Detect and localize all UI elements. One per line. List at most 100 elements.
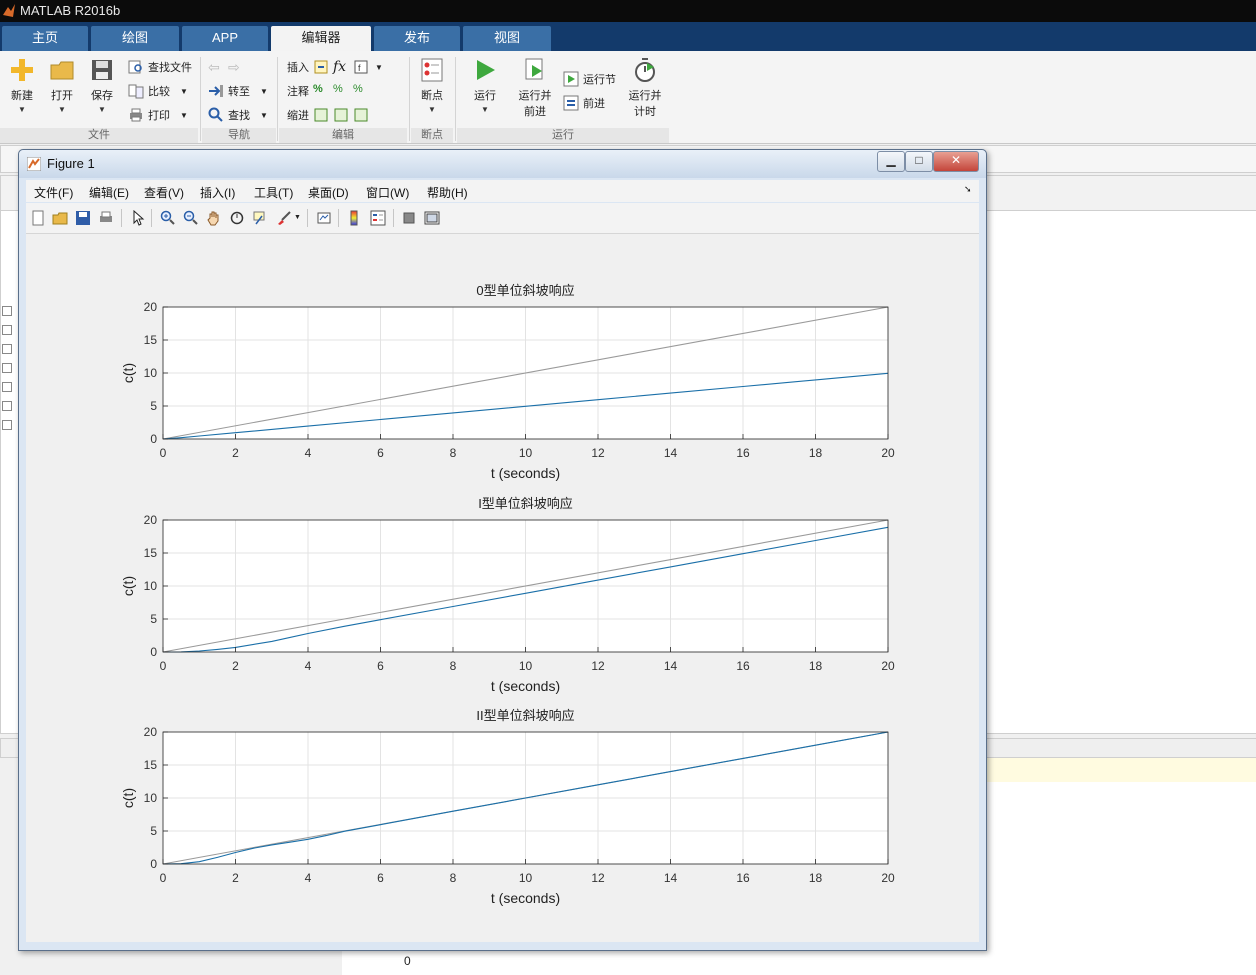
compare-button[interactable]: 比较 ▼ xyxy=(128,81,188,101)
comment-icon[interactable]: % xyxy=(313,83,329,99)
menu-file[interactable]: 文件(F) xyxy=(34,184,73,201)
open-button[interactable]: 打开 ▼ xyxy=(40,57,84,114)
x-tick-label: 14 xyxy=(664,659,678,673)
pointer-icon[interactable] xyxy=(130,210,146,226)
run-and-advance-button[interactable]: 运行并 前进 xyxy=(513,57,557,119)
show-plot-tools-icon[interactable] xyxy=(424,210,440,226)
find-button[interactable]: 查找 ▼ xyxy=(208,105,268,125)
dock-arrow-icon[interactable]: ➘ xyxy=(964,184,972,195)
tab-plots[interactable]: 绘图 xyxy=(91,26,179,51)
breakpoints-button[interactable]: 断点 ▼ xyxy=(410,57,454,114)
print-button[interactable]: 打印 ▼ xyxy=(128,105,188,125)
print-icon[interactable] xyxy=(98,210,114,226)
y-tick-label: 10 xyxy=(144,366,158,380)
brush-dropdown-icon[interactable]: ▼ xyxy=(294,214,301,221)
y-tick-label: 0 xyxy=(150,432,157,446)
hide-plot-tools-icon[interactable] xyxy=(401,210,417,226)
advance-label: 前进 xyxy=(583,98,605,110)
breakpoints-label: 断点 xyxy=(421,90,443,102)
run-section-icon xyxy=(563,71,579,87)
matlab-logo-icon xyxy=(3,4,15,17)
uncomment-icon[interactable]: % xyxy=(333,83,349,99)
data-cursor-icon[interactable] xyxy=(252,210,268,226)
indent-button[interactable]: 缩进 xyxy=(287,105,369,125)
minimize-button[interactable]: ▁ xyxy=(877,151,905,172)
find-files-button[interactable]: 查找文件 xyxy=(128,57,192,77)
y-tick-label: 0 xyxy=(150,645,157,659)
figure-titlebar[interactable]: Figure 1 ▁ □ ✕ xyxy=(19,150,986,178)
menu-desktop[interactable]: 桌面(D) xyxy=(308,184,349,201)
ribbon-tabbar: 主页 绘图 APP 编辑器 发布 视图 xyxy=(0,22,1256,51)
figure-title: Figure 1 xyxy=(47,156,95,171)
goto-button[interactable]: 转至 ▼ xyxy=(208,81,268,101)
menu-edit[interactable]: 编辑(E) xyxy=(89,184,129,201)
figure-window: Figure 1 ▁ □ ✕ 文件(F) 编辑(E) 查看(V) 插入(I) 工… xyxy=(18,149,987,951)
tab-apps[interactable]: APP xyxy=(182,26,268,51)
brush-icon[interactable] xyxy=(276,210,292,226)
x-tick-label: 0 xyxy=(160,446,167,460)
x-tick-label: 4 xyxy=(305,871,312,885)
insert-function-icon[interactable]: f xyxy=(353,59,369,75)
expand-icon[interactable] xyxy=(2,382,12,392)
back-forward-buttons[interactable]: ⇦ ⇨ xyxy=(208,57,244,77)
menu-tools[interactable]: 工具(T) xyxy=(254,184,293,201)
run-and-time-button[interactable]: 运行并 计时 xyxy=(623,57,667,119)
menu-view[interactable]: 查看(V) xyxy=(144,184,184,201)
pan-icon[interactable] xyxy=(206,210,222,226)
y-tick-label: 15 xyxy=(144,546,158,560)
x-tick-label: 2 xyxy=(232,446,239,460)
open-file-icon[interactable] xyxy=(52,210,68,226)
menu-insert[interactable]: 插入(I) xyxy=(200,184,235,201)
expand-icon[interactable] xyxy=(2,401,12,411)
fx-icon[interactable]: fx xyxy=(333,59,349,75)
x-axis-label: t (seconds) xyxy=(491,890,560,906)
compare-label: 比较 xyxy=(148,86,170,98)
new-label: 新建 xyxy=(11,90,33,102)
new-button[interactable]: 新建 ▼ xyxy=(0,57,44,114)
comment-button[interactable]: 注释 % % % xyxy=(287,81,369,101)
command-prompt-line[interactable] xyxy=(986,757,1256,783)
figure-axes-area[interactable]: 0 2 4 6 8 10 12 14 16 18 20051015200型单位斜坡响应t (seco… xyxy=(26,234,979,942)
y-tick-label: 10 xyxy=(144,579,158,593)
link-plot-icon[interactable] xyxy=(316,210,332,226)
colorbar-icon[interactable] xyxy=(346,210,362,226)
menu-window[interactable]: 窗口(W) xyxy=(366,184,409,201)
expand-icon[interactable] xyxy=(2,420,12,430)
expand-icon[interactable] xyxy=(2,325,12,335)
maximize-button[interactable]: □ xyxy=(905,151,933,172)
decrease-indent-icon[interactable] xyxy=(353,107,369,123)
legend-icon[interactable] xyxy=(370,210,386,226)
expand-icons-column xyxy=(2,305,14,430)
expand-icon[interactable] xyxy=(2,306,12,316)
expand-icon[interactable] xyxy=(2,363,12,373)
x-tick-label: 18 xyxy=(809,659,823,673)
save-button[interactable]: 保存 ▼ xyxy=(80,57,124,114)
smart-indent-icon[interactable] xyxy=(313,107,329,123)
run-section-button[interactable]: 运行节 xyxy=(563,69,616,89)
close-button[interactable]: ✕ xyxy=(933,151,979,172)
menu-help[interactable]: 帮助(H) xyxy=(427,184,468,201)
tab-publish[interactable]: 发布 xyxy=(374,26,460,51)
x-tick-label: 14 xyxy=(664,446,678,460)
run-button[interactable]: 运行 ▼ xyxy=(463,57,507,114)
forward-arrow-icon[interactable]: ⇨ xyxy=(228,59,244,75)
save-icon[interactable] xyxy=(75,210,91,226)
chevron-down-icon[interactable]: ▼ xyxy=(375,63,383,72)
toolbar-separator xyxy=(307,209,308,227)
x-tick-label: 18 xyxy=(809,446,823,460)
new-figure-icon[interactable] xyxy=(30,210,46,226)
zoom-in-icon[interactable] xyxy=(160,210,176,226)
advance-button[interactable]: 前进 xyxy=(563,93,605,113)
zoom-out-icon[interactable] xyxy=(183,210,199,226)
figure-menubar: 文件(F) 编辑(E) 查看(V) 插入(I) 工具(T) 桌面(D) 窗口(W… xyxy=(26,180,979,202)
expand-icon[interactable] xyxy=(2,344,12,354)
rotate-icon[interactable] xyxy=(229,210,245,226)
insert-button[interactable]: 插入 fx f ▼ xyxy=(287,57,383,77)
increase-indent-icon[interactable] xyxy=(333,107,349,123)
find-label: 查找 xyxy=(228,110,250,122)
back-arrow-icon[interactable]: ⇦ xyxy=(208,59,224,75)
tab-home[interactable]: 主页 xyxy=(2,26,88,51)
tab-view[interactable]: 视图 xyxy=(463,26,551,51)
tab-editor[interactable]: 编辑器 xyxy=(271,26,371,51)
wrap-comments-icon[interactable]: % xyxy=(353,83,369,99)
